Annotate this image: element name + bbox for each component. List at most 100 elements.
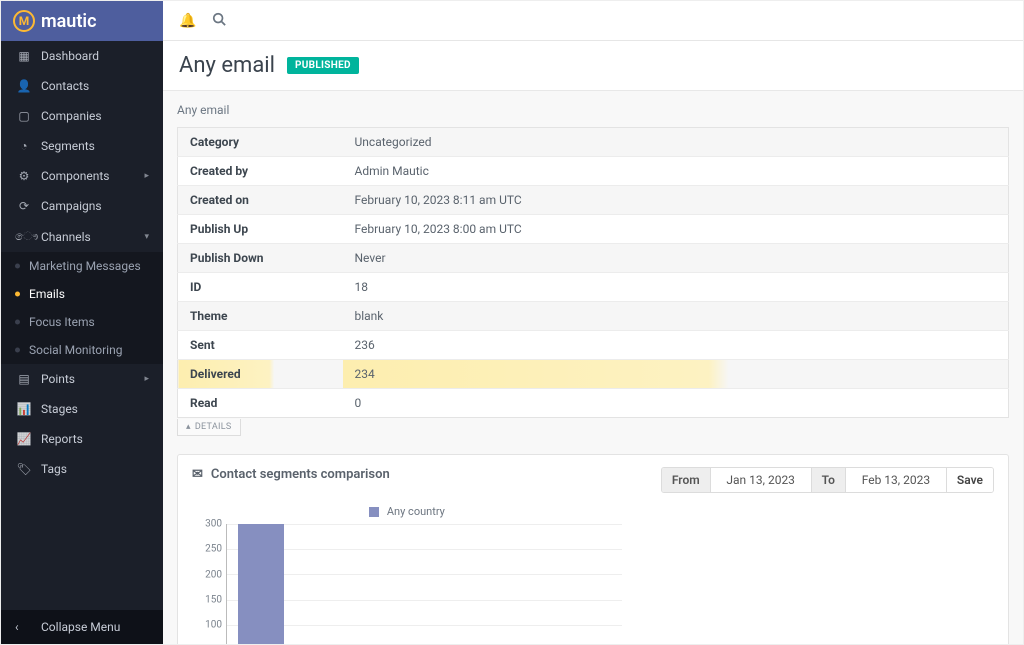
detail-row: Publish UpFebruary 10, 2023 8:00 am UTC: [178, 215, 1009, 244]
detail-row: Read0: [178, 389, 1009, 418]
sidebar-subitem-social-monitoring[interactable]: Social Monitoring: [1, 336, 163, 364]
detail-value: Admin Mautic: [343, 157, 1009, 186]
sidebar-subitem-focus-items[interactable]: Focus Items: [1, 308, 163, 336]
sidebar-item-label: Segments: [41, 139, 95, 153]
sidebar-item-tags[interactable]: 🏷 Tags: [1, 454, 163, 484]
segments-chart: Any country 050100150200250300 Email sen…: [192, 501, 622, 644]
sidebar-item-label: Channels: [41, 230, 91, 244]
nav-icon: ⟳: [15, 199, 33, 213]
page-title: Any email: [179, 53, 275, 78]
detail-value: Uncategorized: [343, 128, 1009, 157]
chevron-right-icon: ▸: [144, 374, 149, 384]
detail-row: Sent236: [178, 331, 1009, 360]
chart-legend: Any country: [192, 501, 622, 524]
detail-value: 18: [343, 273, 1009, 302]
title-row: Any email PUBLISHED: [163, 41, 1023, 91]
detail-label: Read: [178, 389, 343, 418]
details-toggle-label: DETAILS: [195, 422, 232, 432]
save-button[interactable]: Save: [946, 468, 993, 492]
sidebar-item-reports[interactable]: 📈Reports: [1, 424, 163, 454]
sidebar-item-stages[interactable]: 📊Stages: [1, 394, 163, 424]
details-toggle[interactable]: ▴ DETAILS: [177, 419, 241, 436]
main-nav: ▦Dashboard👤Contacts▢Companies◔Segments⚙C…: [1, 41, 163, 610]
brand-logo[interactable]: M mautic: [1, 1, 163, 41]
segments-panel-title: Contact segments comparison: [211, 467, 390, 482]
sidebar-item-label: Points: [41, 372, 75, 386]
y-tick: 100: [205, 620, 222, 631]
sidebar-item-dashboard[interactable]: ▦ Dashboard: [1, 41, 163, 71]
chevron-right-icon: ▸: [144, 171, 149, 181]
detail-value: 236: [343, 331, 1009, 360]
detail-row: CategoryUncategorized: [178, 128, 1009, 157]
detail-table: CategoryUncategorizedCreated byAdmin Mau…: [177, 127, 1009, 418]
sidebar: M mautic ▦ Dashboard 👤 Contacts ▢ Companies ◔ S…: [1, 1, 163, 644]
main-content: 🔔 Any email PUBLISHED Any email Category…: [163, 1, 1023, 644]
detail-label: Sent: [178, 331, 343, 360]
from-label: From: [662, 468, 710, 492]
detail-row: ID18: [178, 273, 1009, 302]
nav-icon: ෞ: [15, 229, 33, 244]
detail-value: February 10, 2023 8:00 am UTC: [343, 215, 1009, 244]
detail-label: Created on: [178, 186, 343, 215]
sidebar-item-components[interactable]: ⚙Components▸: [1, 161, 163, 191]
sidebar-item-label: Dashboard: [41, 49, 99, 63]
nav-icon: ◔: [15, 139, 33, 153]
to-date-input[interactable]: [856, 473, 936, 487]
search-icon[interactable]: [212, 12, 226, 30]
nav-icon: ⚙: [15, 169, 33, 183]
sidebar-item-label: Companies: [41, 109, 102, 123]
sidebar-item-label: Social Monitoring: [29, 343, 122, 357]
legend-swatch: [369, 507, 379, 517]
envelope-icon: ✉: [192, 467, 203, 482]
sidebar-item-label: Tags: [41, 462, 67, 476]
bar: [238, 524, 284, 644]
sidebar-item-contacts[interactable]: 👤 Contacts: [1, 71, 163, 101]
nav-icon: 📈: [15, 432, 33, 446]
detail-label: Delivered: [178, 360, 343, 389]
segments-panel: From To Save ✉ Contact segments comparis…: [177, 454, 1009, 644]
detail-row: Delivered234: [178, 360, 1009, 389]
nav-icon: 👤: [15, 79, 33, 93]
detail-value: 234: [343, 360, 1009, 389]
sidebar-item-points[interactable]: ▤Points▸: [1, 364, 163, 394]
detail-value: blank: [343, 302, 1009, 331]
collapse-menu-label: Collapse Menu: [41, 620, 120, 634]
detail-value: Never: [343, 244, 1009, 273]
detail-row: Created onFebruary 10, 2023 8:11 am UTC: [178, 186, 1009, 215]
detail-row: Publish DownNever: [178, 244, 1009, 273]
y-tick: 150: [205, 595, 222, 606]
sidebar-item-segments[interactable]: ◔ Segments: [1, 131, 163, 161]
y-tick: 200: [205, 569, 222, 580]
chevron-left-icon: ‹: [15, 620, 33, 634]
chevron-up-icon: ▴: [186, 422, 191, 432]
legend-label: Any country: [387, 505, 445, 518]
notifications-icon[interactable]: 🔔: [179, 13, 196, 29]
detail-label: Publish Down: [178, 244, 343, 273]
detail-label: Publish Up: [178, 215, 343, 244]
sidebar-item-campaigns[interactable]: ⟳ Campaigns: [1, 191, 163, 221]
detail-row: Themeblank: [178, 302, 1009, 331]
chevron-down-icon: ▾: [144, 232, 149, 242]
detail-row: Created byAdmin Mautic: [178, 157, 1009, 186]
sidebar-subitem-marketing-messages[interactable]: Marketing Messages: [1, 252, 163, 280]
to-label: To: [811, 468, 845, 492]
logo-icon: M: [13, 10, 35, 32]
topbar: 🔔: [163, 1, 1023, 41]
from-date-input[interactable]: [721, 473, 801, 487]
sidebar-item-channels[interactable]: ෞ Channels ▾: [1, 221, 163, 252]
sidebar-item-companies[interactable]: ▢ Companies: [1, 101, 163, 131]
detail-label: Theme: [178, 302, 343, 331]
sidebar-item-label: Campaigns: [41, 199, 102, 213]
nav-icon: 📊: [15, 402, 33, 416]
nav-icon: 🏷: [15, 462, 33, 476]
brand-name: mautic: [41, 11, 96, 32]
nav-icon: ▦: [15, 49, 33, 63]
sidebar-subitem-emails[interactable]: Emails: [1, 280, 163, 308]
nav-icon: ▢: [15, 109, 33, 123]
breadcrumb: Any email: [177, 103, 1009, 117]
sidebar-item-label: Focus Items: [29, 315, 95, 329]
sidebar-item-label: Contacts: [41, 79, 89, 93]
y-tick: 250: [205, 544, 222, 555]
collapse-menu[interactable]: ‹ Collapse Menu: [1, 610, 163, 644]
detail-label: ID: [178, 273, 343, 302]
